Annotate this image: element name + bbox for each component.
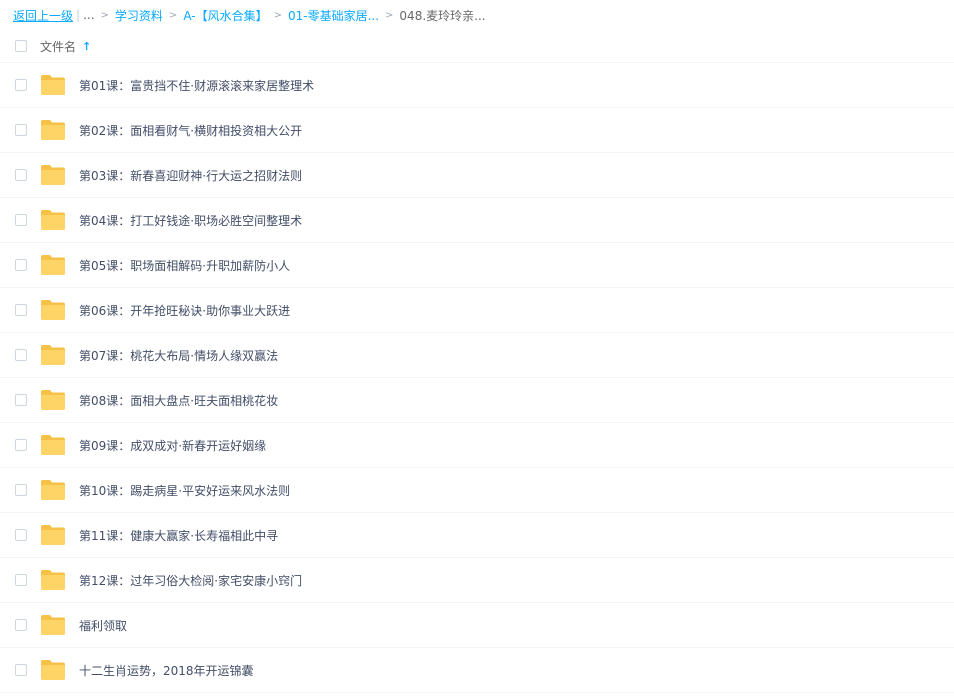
list-header: 文件名 ↑: [0, 30, 954, 63]
filename-column-header[interactable]: 文件名: [40, 38, 76, 55]
arrow-up-icon[interactable]: ↑: [82, 40, 91, 53]
row-checkbox[interactable]: [15, 214, 27, 226]
breadcrumb-current: 048.麦玲玲亲...: [399, 8, 486, 23]
chevron-right-icon: >: [168, 9, 178, 21]
file-name[interactable]: 第12课：过年习俗大检阅·家宅安康小窍门: [79, 572, 302, 589]
list-item[interactable]: 第04课：打工好钱途·职场必胜空间整理术: [0, 198, 954, 243]
row-checkbox[interactable]: [15, 574, 27, 586]
file-name[interactable]: 第08课：面相大盘点·旺夫面相桃花妆: [79, 392, 278, 409]
list-item[interactable]: 第12课：过年习俗大检阅·家宅安康小窍门: [0, 558, 954, 603]
row-checkbox[interactable]: [15, 484, 27, 496]
list-item[interactable]: 第07课：桃花大布局·情场人缘双赢法: [0, 333, 954, 378]
breadcrumb-item-study-materials[interactable]: 学习资料: [115, 7, 163, 24]
list-item[interactable]: 第06课：开年抢旺秘诀·助你事业大跃进: [0, 288, 954, 333]
file-name[interactable]: 第02课：面相看财气·横财相投资相大公开: [79, 122, 302, 139]
row-checkbox[interactable]: [15, 169, 27, 181]
list-item[interactable]: 第11课：健康大赢家·长寿福相此中寻: [0, 513, 954, 558]
list-item[interactable]: 十二生肖运势，2018年开运锦囊: [0, 648, 954, 693]
file-list: 第01课：富贵挡不住·财源滚滚来家居整理术 第02课：面相看财气·横财相投资相大公…: [0, 63, 954, 693]
row-checkbox[interactable]: [15, 664, 27, 676]
breadcrumb-ellipsis[interactable]: ...: [83, 8, 94, 22]
folder-icon: [41, 210, 65, 230]
file-name[interactable]: 第05课：职场面相解码·升职加薪防小人: [79, 257, 290, 274]
folder-icon: [41, 300, 65, 320]
row-checkbox[interactable]: [15, 124, 27, 136]
list-item[interactable]: 福利领取: [0, 603, 954, 648]
list-item[interactable]: 第09课：成双成对·新春开运好姻缘: [0, 423, 954, 468]
folder-icon: [41, 480, 65, 500]
folder-icon: [41, 525, 65, 545]
select-all-checkbox[interactable]: [15, 40, 27, 52]
row-checkbox[interactable]: [15, 79, 27, 91]
back-link[interactable]: 返回上一级: [13, 7, 73, 24]
list-item[interactable]: 第05课：职场面相解码·升职加薪防小人: [0, 243, 954, 288]
file-name[interactable]: 第10课：踢走病星·平安好运来风水法则: [79, 482, 290, 499]
breadcrumb-divider: |: [76, 8, 81, 22]
row-checkbox[interactable]: [15, 394, 27, 406]
list-item[interactable]: 第08课：面相大盘点·旺夫面相桃花妆: [0, 378, 954, 423]
folder-icon: [41, 390, 65, 410]
row-checkbox[interactable]: [15, 349, 27, 361]
folder-icon: [41, 615, 65, 635]
row-checkbox[interactable]: [15, 304, 27, 316]
folder-icon: [41, 345, 65, 365]
breadcrumb-item-home-basics[interactable]: 01-零基础家居...: [288, 7, 379, 24]
file-name[interactable]: 第01课：富贵挡不住·财源滚滚来家居整理术: [79, 77, 314, 94]
list-item[interactable]: 第02课：面相看财气·横财相投资相大公开: [0, 108, 954, 153]
folder-icon: [41, 75, 65, 95]
row-checkbox[interactable]: [15, 259, 27, 271]
chevron-right-icon: >: [273, 9, 282, 21]
list-item[interactable]: 第10课：踢走病星·平安好运来风水法则: [0, 468, 954, 513]
folder-icon: [41, 660, 65, 680]
file-name[interactable]: 第07课：桃花大布局·情场人缘双赢法: [79, 347, 278, 364]
chevron-right-icon: >: [385, 9, 394, 21]
folder-icon: [41, 435, 65, 455]
file-name[interactable]: 第06课：开年抢旺秘诀·助你事业大跃进: [79, 302, 290, 319]
list-item[interactable]: 第03课：新春喜迎财神·行大运之招财法则: [0, 153, 954, 198]
file-name[interactable]: 第04课：打工好钱途·职场必胜空间整理术: [79, 212, 302, 229]
file-name[interactable]: 福利领取: [79, 617, 127, 634]
file-name[interactable]: 第11课：健康大赢家·长寿福相此中寻: [79, 527, 278, 544]
folder-icon: [41, 120, 65, 140]
chevron-right-icon: >: [100, 9, 109, 21]
folder-icon: [41, 165, 65, 185]
file-name[interactable]: 十二生肖运势，2018年开运锦囊: [79, 662, 254, 679]
file-name[interactable]: 第03课：新春喜迎财神·行大运之招财法则: [79, 167, 302, 184]
folder-icon: [41, 255, 65, 275]
breadcrumb-item-fengshui-collection[interactable]: A-【风水合集】: [183, 7, 267, 24]
folder-icon: [41, 570, 65, 590]
file-name[interactable]: 第09课：成双成对·新春开运好姻缘: [79, 437, 266, 454]
row-checkbox[interactable]: [15, 619, 27, 631]
list-item[interactable]: 第01课：富贵挡不住·财源滚滚来家居整理术: [0, 63, 954, 108]
row-checkbox[interactable]: [15, 439, 27, 451]
breadcrumb: 返回上一级 | ... > 学习资料 > A-【风水合集】 > 01-零基础家居…: [13, 6, 486, 24]
row-checkbox[interactable]: [15, 529, 27, 541]
